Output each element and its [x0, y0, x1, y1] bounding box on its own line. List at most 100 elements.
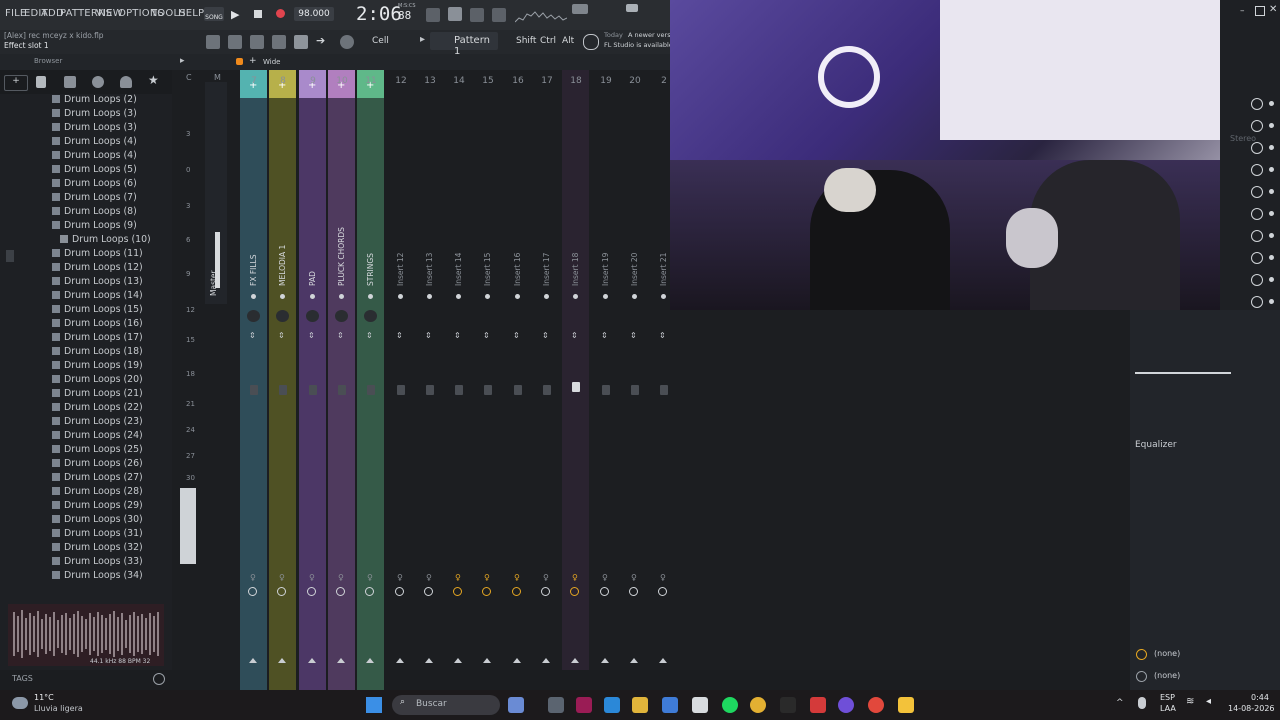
stereo-knob[interactable] — [247, 310, 260, 322]
send-arrow-icon[interactable] — [278, 658, 286, 663]
swap-icon[interactable]: ⇕ — [542, 332, 549, 340]
send-arrow-icon[interactable] — [425, 658, 433, 663]
fx-slot-knob[interactable] — [1251, 186, 1263, 198]
mixer-track[interactable]: +9 PAD ⇕ ♀ — [299, 70, 326, 690]
lang-layout[interactable]: LAA — [1160, 704, 1176, 713]
swap-icon[interactable]: ⇕ — [630, 332, 637, 340]
browser-item[interactable]: Drum Loops (13) — [52, 276, 143, 290]
edge-icon[interactable] — [604, 697, 620, 713]
pan-knob[interactable] — [368, 294, 373, 299]
browser-item[interactable]: Drum Loops (3) — [52, 108, 137, 122]
fx-slot-led[interactable] — [1269, 145, 1274, 150]
alt-key[interactable]: Alt — [562, 36, 574, 46]
fx-toggle-icon[interactable]: ♀ — [631, 573, 637, 582]
stereo-knob[interactable] — [364, 310, 377, 322]
stereo-knob[interactable] — [335, 310, 348, 322]
pan-knob[interactable] — [251, 294, 256, 299]
swap-icon[interactable]: ⇕ — [454, 332, 461, 340]
send-arrow-icon[interactable] — [337, 658, 345, 663]
mixer-track[interactable]: +10 PLUCK CHORDS ⇕ ♀ — [328, 70, 355, 690]
swap-icon[interactable]: ⇕ — [513, 332, 520, 340]
volume-fader[interactable] — [631, 385, 639, 395]
capcut-icon[interactable] — [780, 697, 796, 713]
menu-help[interactable]: HELP — [178, 8, 204, 19]
news-line2[interactable]: FL Studio is available — [604, 41, 673, 49]
browser-item[interactable]: Drum Loops (18) — [52, 346, 143, 360]
fx-slot-led[interactable] — [1269, 233, 1274, 238]
volume-fader[interactable] — [660, 385, 668, 395]
browser-item[interactable]: Drum Loops (4) — [52, 150, 137, 164]
fx-toggle-icon[interactable]: ♀ — [514, 573, 520, 582]
volume-fader[interactable] — [338, 385, 346, 395]
news-line1[interactable]: A newer vers — [628, 31, 671, 39]
pan-knob[interactable] — [515, 294, 520, 299]
mixer-icon[interactable] — [294, 35, 308, 49]
volume-fader[interactable] — [397, 385, 405, 395]
minimize-icon[interactable]: – — [1240, 6, 1245, 16]
send-arrow-icon[interactable] — [454, 658, 462, 663]
fx-slot-led[interactable] — [1269, 211, 1274, 216]
fx-slot-led[interactable] — [1269, 299, 1274, 304]
mute-toggle[interactable] — [570, 587, 579, 596]
swap-icon[interactable]: ⇕ — [337, 332, 344, 340]
send-arrow-icon[interactable] — [659, 658, 667, 663]
browser-item[interactable]: Drum Loops (29) — [52, 500, 143, 514]
mute-toggle[interactable] — [453, 587, 462, 596]
pan-knob[interactable] — [661, 294, 666, 299]
shift-key[interactable]: Shift — [516, 36, 536, 46]
send-arrow-icon[interactable] — [396, 658, 404, 663]
swap-icon[interactable]: ⇕ — [249, 332, 256, 340]
mute-toggle[interactable] — [600, 587, 609, 596]
mixer-track[interactable]: 12 Insert 12 ⇕ ♀ — [387, 70, 414, 670]
typing-keyboard-icon[interactable] — [426, 8, 440, 22]
fx-slot-knob[interactable] — [1251, 230, 1263, 242]
metronome-icon[interactable] — [492, 8, 506, 22]
fx-slot-knob[interactable] — [1251, 120, 1263, 132]
volume-icon[interactable]: ◂ — [1206, 696, 1211, 707]
fx-toggle-icon[interactable]: ♀ — [250, 573, 256, 582]
browser-item[interactable]: Drum Loops (17) — [52, 332, 143, 346]
browser-item[interactable]: Drum Loops (21) — [52, 388, 143, 402]
mute-toggle[interactable] — [336, 587, 345, 596]
volume-fader[interactable] — [455, 385, 463, 395]
fx-slot-knob[interactable] — [1251, 98, 1263, 110]
tempo-display[interactable]: 98.000 — [294, 7, 334, 21]
browser-item[interactable]: Drum Loops (27) — [52, 472, 143, 486]
output-icon-2[interactable] — [1136, 671, 1147, 682]
mixer-track[interactable]: 13 Insert 13 ⇕ ♀ — [416, 70, 443, 670]
lang-code[interactable]: ESP — [1160, 693, 1175, 702]
fx-toggle-icon[interactable]: ♀ — [484, 573, 490, 582]
pan-knob[interactable] — [339, 294, 344, 299]
stereo-knob[interactable] — [276, 310, 289, 322]
mixer-view-selector[interactable]: Wide — [263, 58, 280, 66]
fx-slot-knob[interactable] — [1251, 208, 1263, 220]
mixer-track[interactable]: 14 Insert 14 ⇕ ♀ — [445, 70, 472, 670]
browser-item[interactable]: Drum Loops (31) — [52, 528, 143, 542]
collapse-icon[interactable]: + — [4, 75, 28, 91]
browser-item[interactable]: Drum Loops (12) — [52, 262, 143, 276]
pan-knob[interactable] — [544, 294, 549, 299]
mic-icon[interactable] — [340, 35, 354, 49]
browser-item[interactable]: Drum Loops (8) — [52, 206, 137, 220]
window-restore-icon[interactable] — [626, 4, 638, 12]
send-arrow-icon[interactable] — [308, 658, 316, 663]
news-icon[interactable] — [583, 34, 599, 50]
swap-icon[interactable]: ⇕ — [278, 332, 285, 340]
mixer-track[interactable]: 19 Insert 19 ⇕ ♀ — [592, 70, 619, 670]
fx-slot-led[interactable] — [1269, 123, 1274, 128]
pattern-icon[interactable] — [272, 35, 286, 49]
mute-toggle[interactable] — [512, 587, 521, 596]
send-arrow-icon[interactable] — [513, 658, 521, 663]
search-icon[interactable] — [92, 76, 104, 88]
step-edit-icon[interactable] — [448, 7, 462, 21]
pan-knob[interactable] — [603, 294, 608, 299]
send-arrow-icon[interactable] — [249, 658, 257, 663]
back-arrow-icon[interactable] — [64, 76, 76, 88]
star-icon[interactable]: ★ — [148, 73, 159, 87]
pan-knob[interactable] — [310, 294, 315, 299]
mute-toggle[interactable] — [541, 587, 550, 596]
windows-start-icon[interactable] — [366, 697, 382, 713]
browser-item[interactable]: Drum Loops (6) — [52, 178, 137, 192]
swap-icon[interactable]: ⇕ — [425, 332, 432, 340]
waveform-preview[interactable]: 44.1 kHz 88 BPM 32 — [8, 604, 164, 666]
